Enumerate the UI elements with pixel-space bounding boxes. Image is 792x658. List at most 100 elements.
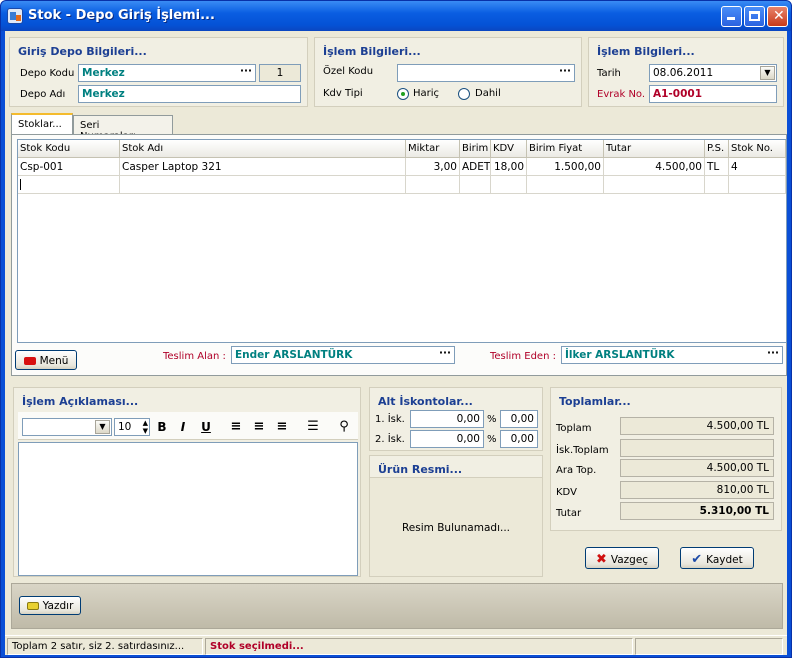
align-right-icon[interactable]: ≡ [273,417,291,437]
checkmark-icon: ✔ [691,552,703,567]
align-left-icon[interactable]: ≡ [227,417,245,437]
col-header-tutar[interactable]: Tutar [604,140,705,158]
menu-icon [23,357,36,365]
table-cell-new[interactable] [604,176,705,194]
kdv-dahil-label[interactable]: Dahil [475,88,501,99]
lookup-dots-icon[interactable]: ··· [240,65,252,77]
table-cell[interactable]: ADET [460,158,491,176]
col-header-birim[interactable]: Birim [460,140,491,158]
isk2-label: 2. İsk. [375,434,405,445]
ara-top-label: Ara Top. [556,465,597,476]
stok-grid[interactable]: Stok Kodu Stok Adı Miktar Birim KDV Biri… [17,139,787,343]
isk-toplam-value [620,439,774,457]
chevron-down-icon[interactable]: ▼ [760,66,775,80]
depo-adi-field[interactable]: Merkez [78,85,301,103]
col-header-ps[interactable]: P.S. [705,140,729,158]
tab-seri-numaralari[interactable]: Seri Numaraları... [73,115,173,142]
iskonto-group: Alt İskontolar... 1. İsk. 0,00 % 0,00 2.… [369,387,543,451]
urun-resmi-title: Ürün Resmi... [378,463,463,476]
chevron-down-icon[interactable]: ▼ [95,420,110,434]
table-cell[interactable]: 4.500,00 [604,158,705,176]
title-bar[interactable]: Stok - Depo Giriş İşlemi... ✕ [1,1,791,31]
close-button[interactable]: ✕ [767,6,788,27]
tutar-label: Tutar [556,508,582,519]
kdv-total-value: 810,00 TL [620,481,774,499]
table-cell[interactable]: 1.500,00 [527,158,604,176]
aciklama-textarea[interactable] [18,442,358,576]
font-family-select[interactable]: ▼ [22,418,112,436]
col-header-stok-adi[interactable]: Stok Adı [120,140,406,158]
lookup-dots-icon[interactable]: ··· [439,347,451,359]
table-cell[interactable]: TL [705,158,729,176]
kaydet-button[interactable]: ✔ Kaydet [680,547,754,569]
table-cell-new[interactable] [527,176,604,194]
depo-kodu-field[interactable]: Merkez ··· [78,64,256,82]
teslim-alan-label: Teslim Alan : [163,351,226,362]
underline-icon[interactable]: U [197,417,215,437]
table-cell-new[interactable] [120,176,406,194]
tutar-value: 5.310,00 TL [620,502,774,520]
align-center-icon[interactable]: ≡ [250,417,268,437]
bullet-list-icon[interactable]: ☰ [304,417,322,437]
isk1-label: 1. İsk. [375,414,405,425]
font-size-stepper[interactable]: 10 ▲ ▼ [114,418,150,436]
aciklama-group: İşlem Açıklaması... ▼ 10 ▲ ▼ B I U ≡ ≡ ≡ ☰… [13,387,361,577]
window-title: Stok - Depo Giriş İşlemi... [28,8,215,23]
table-cell[interactable]: 4 [729,158,786,176]
menu-button[interactable]: Menü [15,350,77,370]
bold-icon[interactable]: B [153,417,171,437]
tab-stoklar[interactable]: Stoklar... [11,113,73,135]
lookup-dots-icon[interactable]: ··· [767,347,779,359]
kdv-haric-label[interactable]: Hariç [413,88,439,99]
table-cell-new[interactable] [705,176,729,194]
app-icon[interactable] [7,8,23,24]
isk1-pct-field[interactable]: 0,00 [500,410,538,428]
table-cell-new[interactable] [406,176,460,194]
evrak-no-label: Evrak No. [597,89,646,100]
teslim-alan-field[interactable]: Ender ARSLANTÜRK ··· [231,346,455,364]
tarih-field[interactable]: 08.06.2011 ▼ [649,64,777,82]
maximize-button[interactable] [744,6,765,27]
italic-icon[interactable]: I [174,417,192,437]
table-cell-new[interactable] [491,176,527,194]
status-bar: Toplam 2 satır, siz 2. satırdasınız... S… [5,635,787,655]
teslim-eden-field[interactable]: İlker ARSLANTÜRK ··· [561,346,783,364]
main-window: Stok - Depo Giriş İşlemi... ✕ Giriş Depo… [0,0,792,658]
isk1-amount-field[interactable]: 0,00 [410,410,484,428]
table-cell[interactable]: 3,00 [406,158,460,176]
lookup-dots-icon[interactable]: ··· [559,65,571,77]
resim-message: Resim Bulunamadı... [401,522,510,534]
col-header-kdv[interactable]: KDV [491,140,527,158]
status-middle: Stok seçilmedi... [205,638,633,655]
col-header-stok-kodu[interactable]: Stok Kodu [18,140,120,158]
yazdir-button[interactable]: Yazdır [19,596,81,615]
kdv-dahil-radio[interactable] [458,88,470,100]
islem2-group: İşlem Bilgileri... Tarih 08.06.2011 ▼ Evr… [588,37,784,107]
table-cell[interactable]: Casper Laptop 321 [120,158,406,176]
kdv-haric-radio[interactable] [397,88,409,100]
toplam-value: 4.500,00 TL [620,417,774,435]
find-icon[interactable]: ⚲ [335,417,353,437]
table-cell[interactable]: Csp-001 [18,158,120,176]
isk2-pct-field[interactable]: 0,00 [500,430,538,448]
printer-icon [26,602,39,610]
iskonto-title: Alt İskontolar... [378,395,473,408]
ozel-kodu-field[interactable]: ··· [397,64,575,82]
depo-group: Giriş Depo Bilgileri... Depo Kodu Merkez… [9,37,308,107]
vazgec-button[interactable]: ✖ Vazgeç [585,547,659,569]
col-header-miktar[interactable]: Miktar [406,140,460,158]
isk2-pct-sign: % [487,434,497,445]
status-right [635,638,783,655]
col-header-stok-no[interactable]: Stok No. [729,140,786,158]
table-cell-new[interactable] [460,176,491,194]
table-cell[interactable]: 18,00 [491,158,527,176]
islem-group-title: İşlem Bilgileri... [323,45,421,58]
isk2-amount-field[interactable]: 0,00 [410,430,484,448]
table-cell-new[interactable] [729,176,786,194]
col-header-birim-fiyat[interactable]: Birim Fiyat [527,140,604,158]
islem-group: İşlem Bilgileri... Özel Kodu ··· Kdv Tip… [314,37,582,107]
spin-icon[interactable]: ▲ ▼ [143,419,148,435]
minimize-button[interactable] [721,6,742,27]
table-cell-new[interactable] [18,176,120,194]
evrak-no-field[interactable]: A1-0001 [649,85,777,103]
